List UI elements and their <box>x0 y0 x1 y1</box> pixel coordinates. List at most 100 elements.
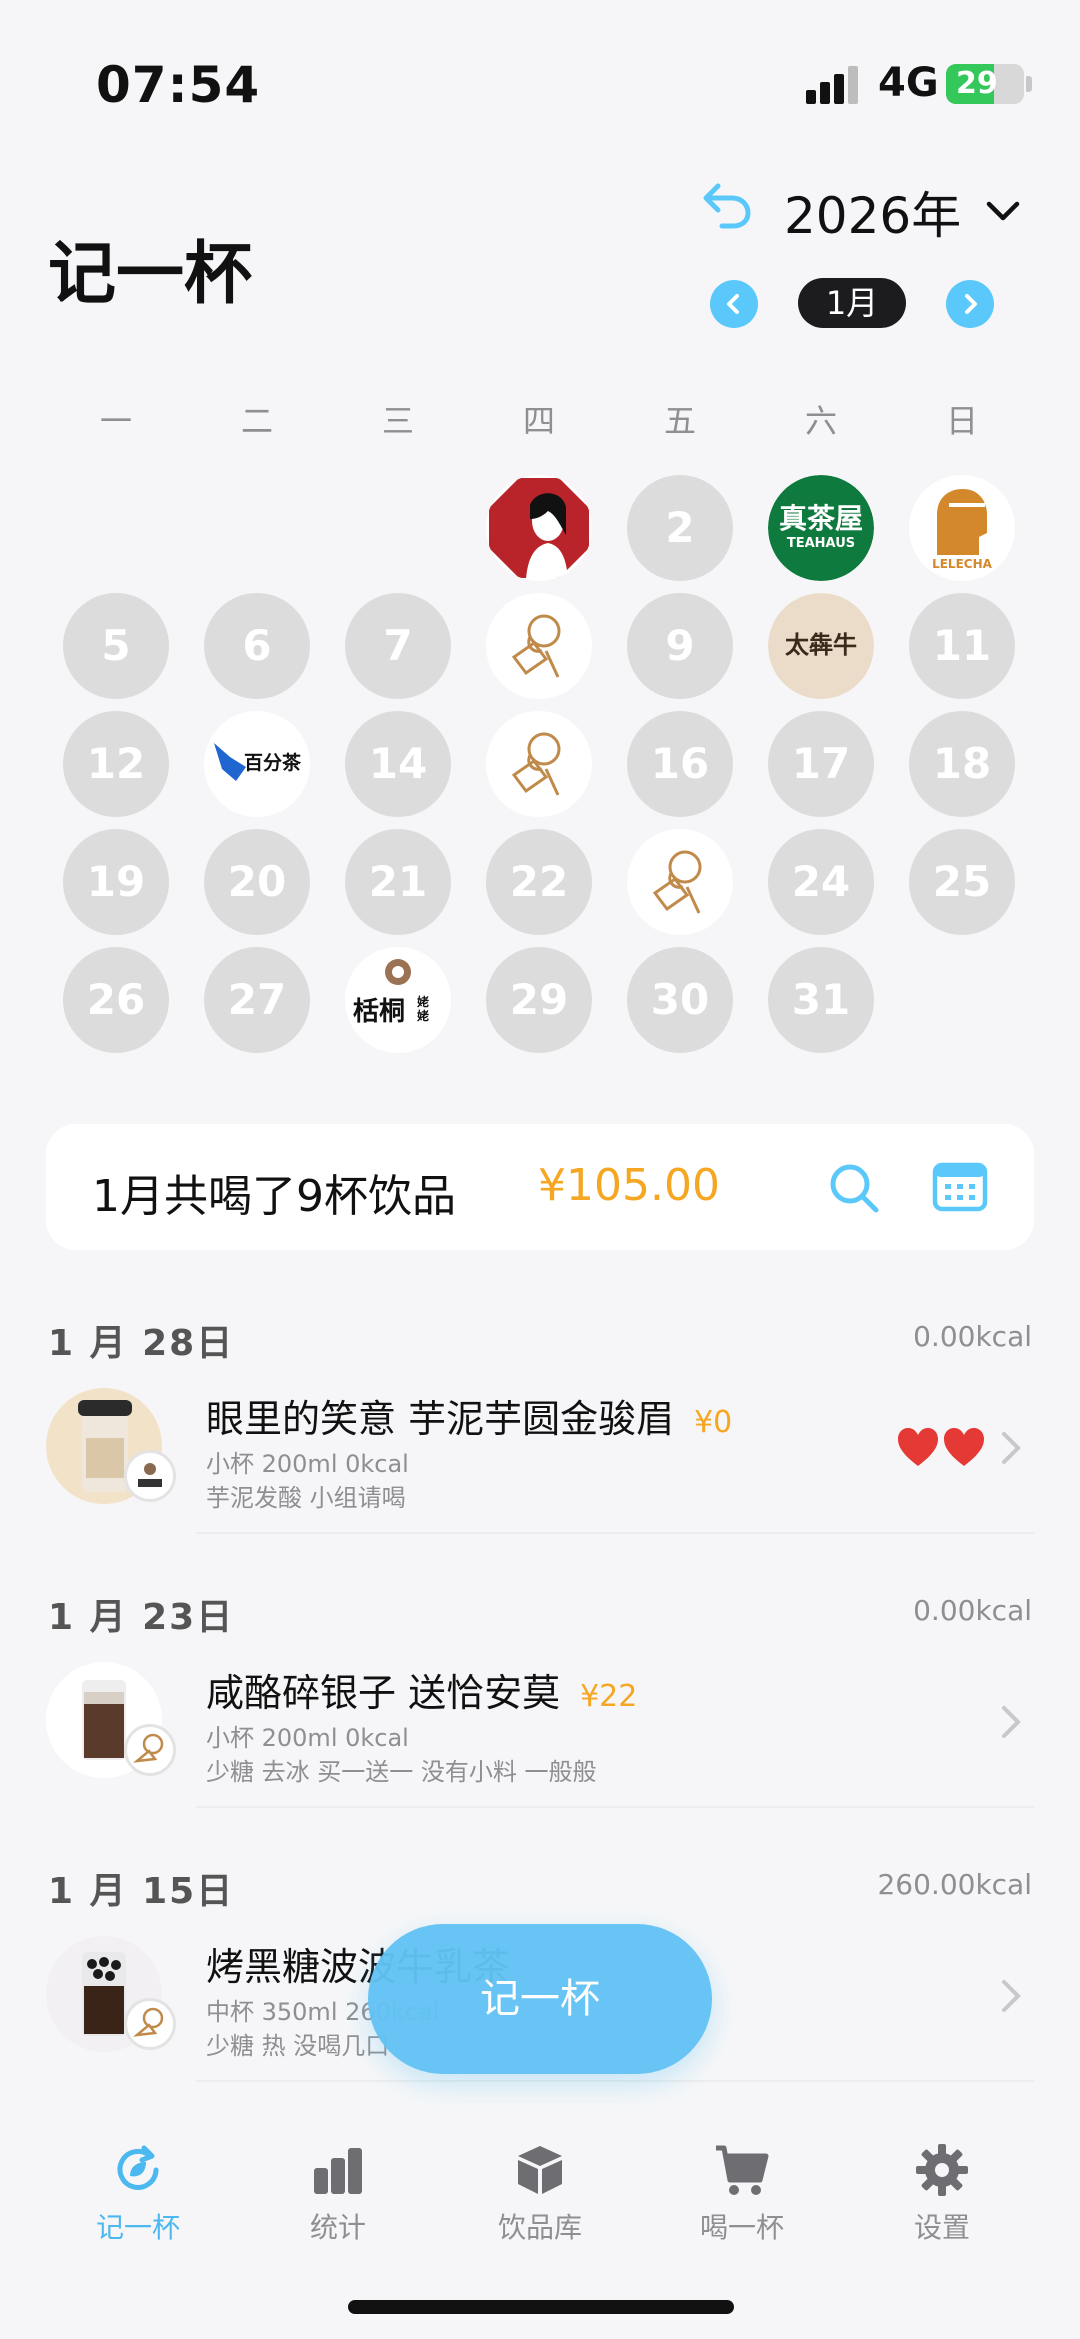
calendar-day-4[interactable]: LELECHA <box>909 475 1015 581</box>
calendar-day-23[interactable] <box>627 829 733 935</box>
drinking-person-logo <box>652 850 702 914</box>
chevron-right-icon[interactable] <box>998 1976 1024 2016</box>
logo-text: 真茶屋 <box>778 502 863 535</box>
kuotong-emblem <box>385 959 411 985</box>
calendar-icon[interactable] <box>932 1160 988 1212</box>
tab-settings[interactable]: 设置 <box>862 2142 1022 2246</box>
calendar-day-6[interactable]: 6 <box>204 593 310 699</box>
logo-text: 栝桐 <box>353 997 406 1027</box>
record-date: 1 月 15日 <box>48 1871 235 1912</box>
divider <box>196 2080 1034 2082</box>
calendar-day-24[interactable]: 24 <box>768 829 874 935</box>
tab-label: 记一杯 <box>95 2211 180 2244</box>
calendar-day-14[interactable]: 14 <box>345 711 451 817</box>
calendar-day-25[interactable]: 25 <box>909 829 1015 935</box>
chevron-right-icon[interactable] <box>998 1428 1024 1468</box>
chevron-right-icon[interactable] <box>998 1702 1024 1742</box>
drink-price: ¥0 <box>694 1405 733 1440</box>
drink-name[interactable]: 眼里的笑意 芋泥芋圆金骏眉 ¥0 <box>206 1388 732 1443</box>
brand-badge <box>124 1450 176 1502</box>
year-label: 2026年 <box>784 187 962 245</box>
page-title: 记一杯 <box>48 235 253 314</box>
calendar-day-10[interactable]: 太犇牛 <box>768 593 874 699</box>
calendar-day-20[interactable]: 20 <box>204 829 310 935</box>
drink-price: ¥22 <box>580 1679 638 1714</box>
calendar-day-21[interactable]: 21 <box>345 829 451 935</box>
calendar-day-8[interactable] <box>486 593 592 699</box>
chevron-left-icon <box>727 294 739 314</box>
tab-drink-library[interactable]: 饮品库 <box>460 2142 620 2246</box>
cart-icon <box>716 2145 769 2195</box>
summary-text: 1月共喝了9杯饮品 <box>92 1171 456 1222</box>
weekday-label: 二 <box>240 402 273 440</box>
calendar-day-7[interactable]: 7 <box>345 593 451 699</box>
tab-label: 饮品库 <box>497 2211 582 2244</box>
calendar-day-15[interactable] <box>486 711 592 817</box>
calendar-day-12[interactable]: 12 <box>63 711 169 817</box>
tab-record[interactable]: 记一杯 <box>58 2142 218 2246</box>
record-kcal: 0.00kcal <box>913 1320 1032 1353</box>
chevron-right-icon <box>965 294 977 314</box>
calendar-day-3[interactable]: 真茶屋 TEAHAUS <box>768 475 874 581</box>
calendar-day-29[interactable]: 29 <box>486 947 592 1053</box>
calendar-day-13[interactable]: 百分茶 <box>204 711 310 817</box>
drinking-person-logo <box>511 732 561 796</box>
battery-tip <box>1026 76 1032 92</box>
add-drink-button[interactable]: 记一杯 <box>368 1924 712 2074</box>
logo-side-text: 姥姥 <box>416 995 429 1023</box>
calendar-day-22[interactable]: 22 <box>486 829 592 935</box>
month-label[interactable]: 1月 <box>798 278 906 328</box>
calendar-day-28[interactable]: 栝桐 姥姥 <box>345 947 451 1053</box>
drinking-person-mini-logo <box>133 2007 164 2037</box>
taihuniu-logo: 太犇牛 <box>768 593 874 699</box>
calendar-day-11[interactable]: 11 <box>909 593 1015 699</box>
calendar-day-5[interactable]: 5 <box>63 593 169 699</box>
calendar-day-2[interactable]: 2 <box>627 475 733 581</box>
chayan-yuese-logo <box>489 478 589 579</box>
record-kcal: 260.00kcal <box>877 1868 1032 1901</box>
drink-name[interactable]: 咸酪碎银子 送恰安莫 ¥22 <box>206 1662 637 1717</box>
calendar-day-18[interactable]: 18 <box>909 711 1015 817</box>
drink-notes: 少糖 热 没喝几口 <box>206 2032 390 2060</box>
logo-text: 太犇牛 <box>785 631 857 659</box>
calendar-day-1[interactable] <box>486 475 592 581</box>
drink-spec: 小杯 200ml 0kcal <box>206 1450 409 1478</box>
calendar-day-31[interactable]: 31 <box>768 947 874 1053</box>
brand-badge <box>124 1724 176 1776</box>
prev-month-button[interactable] <box>710 280 758 328</box>
logo-text: 百分茶 <box>244 752 302 774</box>
year-selector[interactable]: 2026年 <box>784 176 1023 248</box>
logo-text: LELECHA <box>932 557 992 571</box>
status-time: 07:54 <box>96 56 261 114</box>
calendar-day-16[interactable]: 16 <box>627 711 733 817</box>
month-summary-card: 1月共喝了9杯饮品 ¥105.00 <box>46 1124 1034 1250</box>
tab-drink-one[interactable]: 喝一杯 <box>662 2142 822 2246</box>
kuotong-mini-logo <box>138 1463 162 1487</box>
calendar-day-9[interactable]: 9 <box>627 593 733 699</box>
record-date: 1 月 28日 <box>48 1323 235 1364</box>
lelecha-logo: LELECHA <box>909 475 1015 581</box>
next-month-button[interactable] <box>946 280 994 328</box>
calendar-day-17[interactable]: 17 <box>768 711 874 817</box>
network-type: 4G <box>878 60 939 106</box>
weekday-label: 一 <box>99 402 132 440</box>
box-icon <box>518 2146 562 2194</box>
tab-label: 设置 <box>913 2211 970 2244</box>
heart-rating-icon <box>898 1428 984 1466</box>
weekday-label: 日 <box>945 402 978 440</box>
tab-stats[interactable]: 统计 <box>258 2142 418 2246</box>
calendar-day-26[interactable]: 26 <box>63 947 169 1053</box>
drinking-person-mini-logo <box>133 1733 164 1763</box>
record-kcal: 0.00kcal <box>913 1594 1032 1627</box>
calendar-day-27[interactable]: 27 <box>204 947 310 1053</box>
refresh-leaf-icon <box>117 2145 159 2190</box>
zhenchawu-logo: 真茶屋 TEAHAUS <box>768 475 874 581</box>
undo-icon[interactable] <box>700 178 756 234</box>
tab-label: 喝一杯 <box>699 2211 784 2244</box>
drink-name-text: 眼里的笑意 芋泥芋圆金骏眉 <box>206 1397 675 1441</box>
search-icon[interactable] <box>826 1160 882 1216</box>
calendar-day-30[interactable]: 30 <box>627 947 733 1053</box>
month-switcher: 1月 <box>710 276 1010 332</box>
calendar-day-19[interactable]: 19 <box>63 829 169 935</box>
gear-icon <box>916 2144 968 2196</box>
